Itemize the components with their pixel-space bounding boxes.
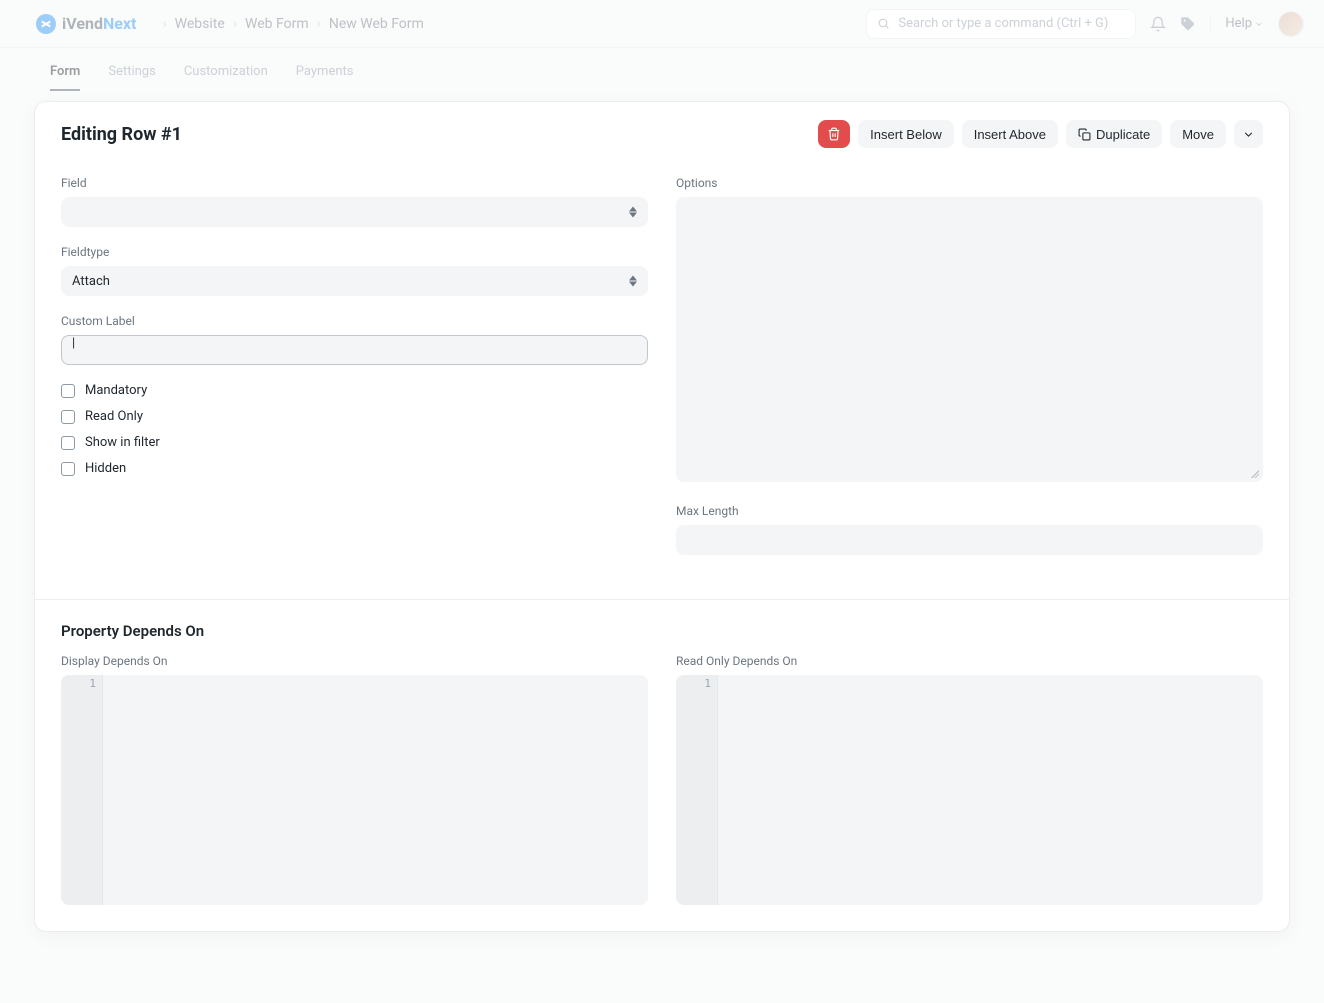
mandatory-label: Mandatory (85, 383, 147, 398)
checkbox-icon (61, 462, 75, 476)
editor-title: Editing Row #1 (61, 124, 182, 145)
maxlength-label: Max Length (676, 504, 1263, 518)
search-icon (877, 17, 890, 30)
field-select[interactable] (61, 197, 648, 227)
display-depends-editor[interactable]: 1 (61, 675, 648, 905)
select-caret-icon (629, 207, 637, 218)
right-column: Options Max Length (676, 176, 1263, 573)
code-gutter: 1 (676, 675, 718, 905)
checkbox-icon (61, 410, 75, 424)
readonly-depends-label: Read Only Depends On (676, 654, 1263, 668)
code-gutter: 1 (61, 675, 103, 905)
duplicate-icon (1078, 128, 1091, 141)
fieldtype-select[interactable]: Attach (61, 266, 648, 296)
fieldtype-label: Fieldtype (61, 245, 648, 259)
left-column: Field Fieldtype Attach (61, 176, 648, 573)
tab-customization[interactable]: Customization (184, 64, 268, 91)
divider (1210, 15, 1211, 33)
section-divider (35, 599, 1289, 600)
nav-right: Search or type a command (Ctrl + G) Help (866, 9, 1304, 39)
code-area[interactable] (718, 675, 1263, 905)
insert-above-button[interactable]: Insert Above (962, 120, 1058, 148)
bell-icon[interactable] (1150, 16, 1166, 32)
help-label: Help (1225, 16, 1252, 31)
tabs: Form Settings Customization Payments (34, 48, 1290, 91)
showfilter-checkbox[interactable]: Show in filter (61, 435, 648, 450)
move-button[interactable]: Move (1170, 120, 1226, 148)
logo[interactable]: iVendNext (36, 14, 136, 34)
readonly-label: Read Only (85, 409, 143, 424)
select-caret-icon (629, 276, 637, 287)
search-input[interactable]: Search or type a command (Ctrl + G) (866, 9, 1136, 39)
breadcrumb-website[interactable]: Website (175, 16, 225, 32)
breadcrumb-sep: › (162, 16, 166, 32)
more-button[interactable] (1234, 120, 1263, 148)
fieldtype-value: Attach (72, 274, 110, 289)
tab-settings[interactable]: Settings (108, 64, 155, 91)
hidden-checkbox[interactable]: Hidden (61, 461, 648, 476)
showfilter-label: Show in filter (85, 435, 160, 450)
duplicate-button[interactable]: Duplicate (1066, 120, 1162, 148)
hidden-label: Hidden (85, 461, 126, 476)
trash-icon (827, 127, 841, 141)
search-placeholder: Search or type a command (Ctrl + G) (898, 16, 1108, 31)
display-depends-label: Display Depends On (61, 654, 648, 668)
card-body: Field Fieldtype Attach (35, 158, 1289, 931)
breadcrumb-current: New Web Form (329, 16, 424, 32)
options-textarea[interactable] (676, 197, 1263, 482)
maxlength-input[interactable] (676, 525, 1263, 555)
checkbox-icon (61, 384, 75, 398)
mandatory-checkbox[interactable]: Mandatory (61, 383, 648, 398)
tab-payments[interactable]: Payments (296, 64, 354, 91)
duplicate-label: Duplicate (1096, 127, 1150, 142)
readonly-depends-editor[interactable]: 1 (676, 675, 1263, 905)
logo-icon (36, 14, 56, 34)
custom-label-input[interactable]: | (61, 335, 648, 365)
field-label: Field (61, 176, 648, 190)
chevron-down-icon (1254, 19, 1264, 29)
breadcrumb-sep: › (233, 16, 237, 32)
code-area[interactable] (103, 675, 648, 905)
tag-icon[interactable] (1180, 16, 1196, 32)
head-actions: Insert Below Insert Above Duplicate Move (818, 120, 1263, 148)
insert-below-button[interactable]: Insert Below (858, 120, 954, 148)
editor-card: Editing Row #1 Insert Below Insert Above… (34, 101, 1290, 932)
card-head: Editing Row #1 Insert Below Insert Above… (35, 102, 1289, 158)
custom-label-label: Custom Label (61, 314, 648, 328)
avatar[interactable] (1278, 11, 1304, 37)
breadcrumb-sep: › (317, 16, 321, 32)
delete-button[interactable] (818, 120, 850, 148)
options-label: Options (676, 176, 1263, 190)
tab-form[interactable]: Form (50, 64, 80, 91)
checkbox-icon (61, 436, 75, 450)
readonly-checkbox[interactable]: Read Only (61, 409, 648, 424)
help-dropdown[interactable]: Help (1225, 16, 1264, 31)
chevron-down-icon (1242, 128, 1255, 141)
breadcrumb-webform[interactable]: Web Form (245, 16, 309, 32)
text-cursor: | (72, 336, 75, 351)
depends-section-title: Property Depends On (61, 622, 1263, 640)
navbar: iVendNext › Website › Web Form › New Web… (0, 0, 1324, 48)
brand-part1: iVend (62, 14, 103, 33)
brand-part2: Next (103, 14, 136, 33)
breadcrumb: › Website › Web Form › New Web Form (154, 16, 423, 32)
